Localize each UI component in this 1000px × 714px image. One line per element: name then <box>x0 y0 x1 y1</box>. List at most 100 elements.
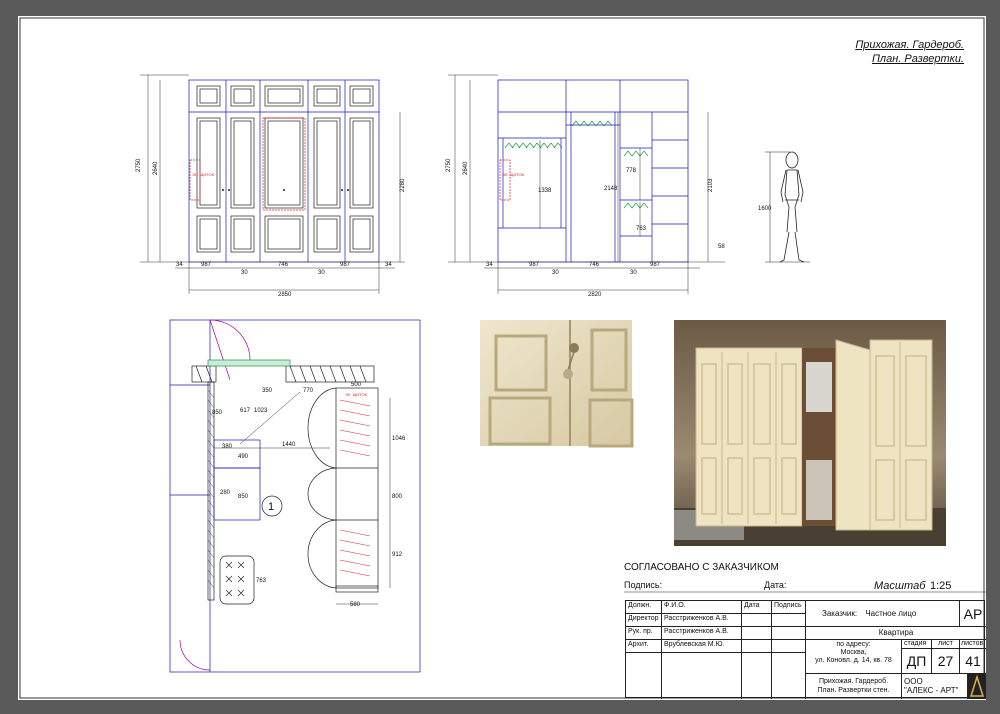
hangers <box>504 120 649 209</box>
photo-door-detail <box>480 320 634 448</box>
dim-text: 34 <box>176 262 183 268</box>
scale-label: Масштаб <box>874 580 926 592</box>
client-value: Частное лицо <box>865 609 917 618</box>
stamp-person: Расстриженков А.В. <box>662 627 742 640</box>
dim-text: 30 <box>241 270 248 276</box>
stamp-empty <box>772 653 806 699</box>
sheet-value: 27 <box>932 649 960 674</box>
dim-text: 763 <box>256 578 267 584</box>
elevation-left-outline <box>188 79 380 263</box>
dim-text: 1023 <box>254 408 268 414</box>
stage-value: ДП <box>902 649 932 674</box>
address-line: Москва, <box>840 649 867 656</box>
dim-text: 1046 <box>392 436 406 442</box>
drawing-name-line: План. Развертки стен. <box>817 687 890 694</box>
stamp-date-cell <box>742 627 772 640</box>
company-logo <box>968 674 986 699</box>
stamp-sign-cell <box>772 627 806 640</box>
stamp-person: Расстриженков А.В. <box>662 614 742 627</box>
dim-text: 763 <box>636 226 647 232</box>
dim-text: 746 <box>278 262 289 268</box>
dim-text: 380 <box>222 444 233 450</box>
electric-panel-tag: ЭЛ. ЩИТОК <box>192 172 215 177</box>
sheets-label: листов <box>960 640 986 649</box>
dim-text: 2850 <box>278 292 292 298</box>
client-label: Заказчик: <box>822 609 858 618</box>
stamp-header: Ф.И.О. <box>662 601 742 614</box>
dim-text: 778 <box>626 168 637 174</box>
dim-text: 30 <box>630 270 637 276</box>
stamp-sign-cell <box>772 640 806 653</box>
dim-text: 2103 <box>708 178 714 192</box>
photo-wardrobe-render <box>674 320 946 546</box>
dim-text: 2640 <box>153 161 159 175</box>
stamp-address: по адресу: Москва, ул. Коновл. д. 14, кв… <box>806 640 902 674</box>
drawing-name: Прихожая. Гардероб. План. Развертки стен… <box>806 674 902 699</box>
stamp-header: Дата <box>742 601 772 614</box>
elevation-right-dims: 2750 2640 1338 2148 778 763 2103 58 34 9… <box>446 158 725 298</box>
stamp-sign-cell <box>772 614 806 627</box>
dim-text: 800 <box>392 494 403 500</box>
organization: ООО "АЛЕКС - АРТ" <box>902 674 968 699</box>
electric-panel-tag: ЭЛ. ЩИТОК <box>345 392 368 397</box>
stamp-header: Должн. <box>626 601 662 614</box>
door-panels <box>196 85 374 253</box>
dim-text: 2280 <box>400 178 406 192</box>
dim-text: 58 <box>718 244 725 250</box>
stamp-role: Рук. пр. <box>626 627 662 640</box>
org-line: "АЛЕКС - АРТ" <box>904 686 959 695</box>
dim-text: 500 <box>351 382 362 388</box>
stamp-date-cell <box>742 640 772 653</box>
address-line: по адресу: <box>836 641 871 648</box>
dim-text: 617 <box>240 408 251 414</box>
human-scale-figure <box>765 151 810 263</box>
approval-heading: СОГЛАСОВАНО С ЗАКАЗЧИКОМ <box>624 562 779 573</box>
dim-text: 2640 <box>463 161 469 175</box>
dim-text: 280 <box>220 490 231 496</box>
floor-plan <box>169 319 421 673</box>
room-number: 1 <box>268 501 274 513</box>
stamp-type: АР <box>960 601 986 627</box>
dim-text: 987 <box>529 262 540 268</box>
date-label: Дата: <box>764 580 787 590</box>
dim-text: 34 <box>385 262 392 268</box>
dim-text: 912 <box>392 552 403 558</box>
drawing-name-line: Прихожая. Гардероб. <box>818 678 889 685</box>
dim-text: 746 <box>589 262 600 268</box>
stamp-object: Квартира <box>806 627 986 640</box>
dim-text: 987 <box>650 262 661 268</box>
dim-text: 490 <box>238 454 249 460</box>
dim-text: 34 <box>486 262 493 268</box>
dim-text: 2148 <box>604 186 618 192</box>
stamp-empty <box>662 653 742 699</box>
title-block: Должн. Ф.И.О. Дата Подпись Директор Расс… <box>625 600 986 699</box>
dim-text: 580 <box>350 602 361 608</box>
dim-text: 987 <box>340 262 351 268</box>
address-line: ул. Коновл. д. 14, кв. 78 <box>815 657 892 664</box>
stamp-person: Врублевская М.Ю. <box>662 640 742 653</box>
dim-text: 850 <box>212 410 223 416</box>
dim-text: 350 <box>262 388 273 394</box>
stamp-empty <box>626 653 662 699</box>
elevation-left-dims: 2750 2640 2280 34 987 30 746 30 987 34 2… <box>136 158 406 298</box>
signature-label: Подпись: <box>624 580 663 590</box>
dim-text: 1338 <box>538 188 552 194</box>
dim-text: 30 <box>318 270 325 276</box>
stamp-role: Архит. <box>626 640 662 653</box>
dim-text: 2750 <box>136 158 142 172</box>
dim-text: 987 <box>201 262 212 268</box>
stamp-header: Подпись <box>772 601 806 614</box>
dim-text: 30 <box>552 270 559 276</box>
dim-text: 770 <box>303 388 314 394</box>
org-line: ООО <box>904 677 923 686</box>
electric-panel-tag: ЭЛ. ЩИТОК <box>502 172 525 177</box>
dim-text: 1440 <box>282 442 296 448</box>
dim-text: 850 <box>238 494 249 500</box>
scale-value: 1:25 <box>930 580 952 592</box>
sheet-label: лист <box>932 640 960 649</box>
sheets-value: 41 <box>960 649 986 674</box>
stage-label: стадия <box>902 640 932 649</box>
stamp-client: Заказчик: Частное лицо <box>806 601 960 627</box>
stamp-role: Директор <box>626 614 662 627</box>
dim-text: 2750 <box>446 158 452 172</box>
